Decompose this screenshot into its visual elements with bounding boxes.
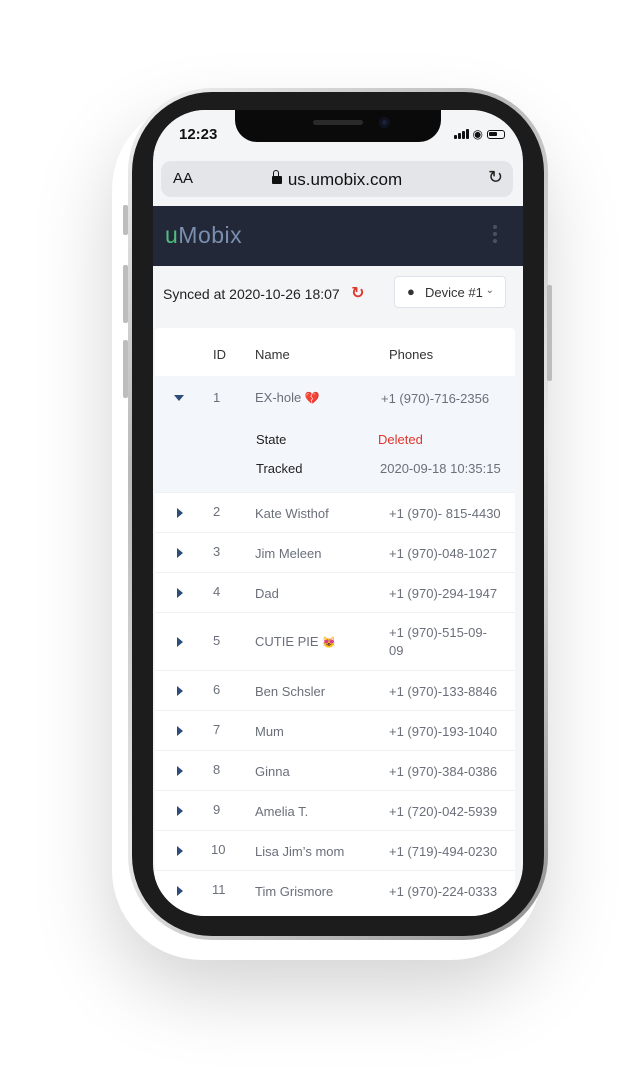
notch — [235, 110, 441, 142]
table-row[interactable]: 11 Tim Grismore +1 (970)-224-0333 — [155, 870, 515, 911]
row-name: CUTIE PIE 😻 — [255, 634, 336, 649]
row-name: EX-hole 💔 — [255, 390, 320, 405]
row-name: Dad — [255, 586, 279, 601]
device-select[interactable]: ● Device #1 ⌄ — [394, 276, 506, 308]
row-name: Tim Grismore — [255, 884, 334, 899]
sync-icon[interactable]: ↻ — [351, 283, 364, 302]
url-display[interactable]: us.umobix.com — [161, 170, 513, 190]
sync-status-text: Synced at 2020-10-26 18:07 — [163, 286, 340, 302]
row-name: Kate Wisthof — [255, 506, 329, 521]
row-id: 8 — [213, 762, 221, 777]
expand-arrow-icon[interactable] — [177, 548, 183, 558]
row-id: 4 — [213, 584, 221, 599]
row-detail: State Deleted Tracked 2020-09-18 10:35:1… — [155, 420, 515, 492]
table-row[interactable]: 9 Amelia T. +1 (720)-042-5939 — [155, 790, 515, 831]
expand-arrow-icon[interactable] — [177, 637, 183, 647]
app-header: uMobix — [153, 206, 523, 266]
row-phone: +1 (970)-193-1040 — [389, 724, 498, 739]
expand-arrow-icon[interactable] — [177, 886, 183, 896]
row-id: 1 — [213, 390, 221, 405]
column-header-id: ID — [213, 347, 226, 362]
row-id: 5 — [213, 633, 221, 648]
table-row[interactable]: 10 Lisa Jim’s mom +1 (719)-494-0230 — [155, 830, 515, 871]
row-id: 3 — [213, 544, 221, 559]
detail-tracked-value: 2020-09-18 10:35:15 — [380, 461, 501, 476]
expand-arrow-icon[interactable] — [177, 846, 183, 856]
row-phone: +1 (970)-384-0386 — [389, 764, 498, 779]
row-name: Jim Meleen — [255, 546, 322, 561]
row-id: 11 — [212, 882, 226, 897]
expand-arrow-icon[interactable] — [177, 686, 183, 696]
status-icons: ◉ — [453, 127, 505, 141]
row-phone: +1 (719)-494-0230 — [389, 844, 498, 859]
column-header-phones: Phones — [389, 347, 434, 362]
detail-state-value: Deleted — [378, 432, 423, 447]
side-button-volume-down — [123, 340, 128, 398]
sync-row: Synced at 2020-10-26 18:07 ↻ ● Device #1… — [153, 266, 523, 322]
battery-icon — [487, 129, 505, 139]
row-phone: +1 (970)-224-0333 — [389, 884, 498, 899]
phone-screen: 12:23 ◉ AA us.umobix.com ↻ uMobix Synced… — [153, 110, 523, 916]
umobix-logo[interactable]: uMobix — [165, 222, 242, 249]
side-button-volume-up — [123, 265, 128, 323]
apple-icon: ● — [407, 284, 415, 299]
row-phone: +1 (970)-048-1027 — [389, 546, 498, 561]
row-phone: +1 (970)- 815-4430 — [389, 506, 501, 521]
row-phone: +1 (970)-716-2356 — [381, 391, 490, 406]
side-button-power — [547, 285, 552, 381]
row-id: 6 — [213, 682, 221, 697]
contacts-table: ID Name Phones 1 EX-hole 💔 +1 (970)-716-… — [155, 328, 515, 916]
expand-arrow-icon[interactable] — [177, 766, 183, 776]
kebab-menu-icon[interactable] — [493, 225, 497, 243]
lock-icon — [271, 170, 282, 184]
row-id: 9 — [213, 802, 221, 817]
row-phone: +1 (970)-133-8846 — [389, 684, 498, 699]
table-row[interactable]: 1 EX-hole 💔 +1 (970)-716-2356 — [155, 376, 515, 420]
row-phone: +1 (720)-042-5939 — [389, 804, 498, 819]
table-row[interactable]: 7 Mum +1 (970)-193-1040 — [155, 710, 515, 751]
row-name: Lisa Jim’s mom — [255, 844, 345, 859]
row-phone: +1 (970)-515-09-09 — [389, 625, 487, 658]
expand-arrow-icon[interactable] — [177, 806, 183, 816]
wifi-icon: ◉ — [472, 127, 483, 141]
collapse-arrow-icon[interactable] — [174, 395, 184, 401]
expand-arrow-icon[interactable] — [177, 726, 183, 736]
table-row[interactable]: 5 CUTIE PIE 😻 +1 (970)-515-09-09 — [155, 612, 515, 671]
browser-address-bar[interactable]: AA us.umobix.com ↻ — [161, 161, 513, 197]
row-name: Mum — [255, 724, 284, 739]
url-text: us.umobix.com — [287, 170, 403, 189]
row-name: Amelia T. — [255, 804, 309, 819]
row-phone: +1 (970)-294-1947 — [389, 586, 498, 601]
row-id: 10 — [211, 842, 226, 857]
chevron-down-icon: ⌄ — [485, 285, 494, 296]
row-name: Ben Schsler — [255, 684, 326, 699]
detail-tracked-label: Tracked — [256, 461, 303, 476]
table-row[interactable]: 8 Ginna +1 (970)-384-0386 — [155, 750, 515, 791]
detail-state-label: State — [256, 432, 287, 447]
expand-arrow-icon[interactable] — [177, 508, 183, 518]
status-time: 12:23 — [179, 126, 218, 143]
front-camera — [379, 117, 390, 128]
table-row[interactable]: 4 Dad +1 (970)-294-1947 — [155, 572, 515, 613]
row-name: Ginna — [255, 764, 290, 779]
signal-icon — [453, 129, 469, 139]
speaker-grille — [313, 120, 363, 125]
column-header-name: Name — [255, 347, 290, 362]
expand-arrow-icon[interactable] — [177, 588, 183, 598]
row-id: 2 — [213, 504, 221, 519]
reload-icon[interactable]: ↻ — [488, 167, 503, 188]
heart-eyes-cat-icon: 😻 — [322, 637, 336, 649]
broken-heart-icon: 💔 — [304, 391, 320, 405]
table-row[interactable]: 6 Ben Schsler +1 (970)-133-8846 — [155, 670, 515, 711]
side-button-mute — [123, 205, 128, 235]
table-row[interactable]: 2 Kate Wisthof +1 (970)- 815-4430 — [155, 492, 515, 533]
table-row[interactable]: 3 Jim Meleen +1 (970)-048-1027 — [155, 532, 515, 573]
device-select-label: Device #1 — [425, 285, 483, 300]
row-id: 7 — [213, 722, 221, 737]
